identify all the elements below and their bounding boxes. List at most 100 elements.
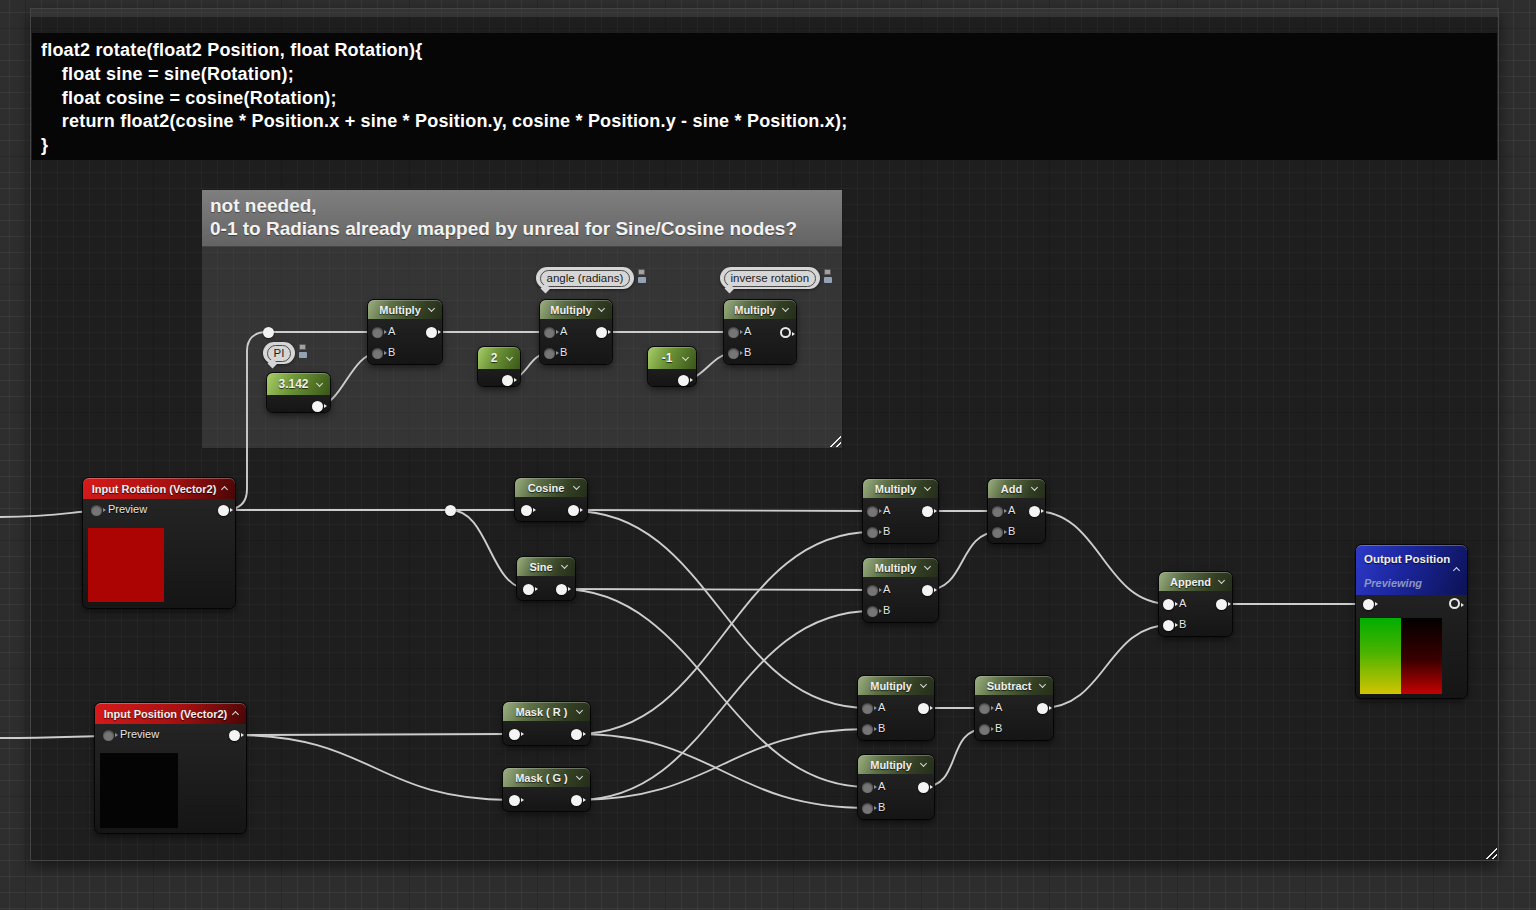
node-header[interactable]: Sine <box>517 557 575 576</box>
pin-b-input[interactable] <box>992 527 1003 538</box>
pin-output[interactable] <box>426 327 437 338</box>
pin-output[interactable] <box>1216 599 1227 610</box>
node-header[interactable]: 3.142 <box>267 373 330 395</box>
pin-output[interactable] <box>780 327 791 338</box>
chevron-down-icon[interactable] <box>576 773 583 780</box>
node-multiply-3[interactable]: MultiplyAB <box>858 676 934 740</box>
chevron-down-icon[interactable] <box>428 305 435 312</box>
reroute-pill[interactable]: angle (radians) <box>536 267 634 289</box>
node-mask-g[interactable]: Mask ( G ) <box>503 768 590 811</box>
node-header[interactable]: Input Position (Vector2) <box>95 703 246 724</box>
node-const-minusone[interactable]: -1 <box>648 347 696 386</box>
pin-output[interactable] <box>502 375 513 386</box>
outer-comment-titlebar[interactable] <box>31 9 1498 17</box>
pin-b-input[interactable] <box>862 803 873 814</box>
node-const-two[interactable]: 2 <box>478 347 520 386</box>
pin-output[interactable] <box>922 585 933 596</box>
node-header[interactable]: Cosine <box>515 478 587 497</box>
chevron-down-icon[interactable] <box>924 563 931 570</box>
pin-a-input[interactable] <box>867 506 878 517</box>
node-header[interactable]: Multiply <box>863 558 938 577</box>
pin-b-input[interactable] <box>867 606 878 617</box>
pin-output[interactable] <box>918 703 929 714</box>
pin-output[interactable] <box>922 506 933 517</box>
chevron-down-icon[interactable] <box>920 760 927 767</box>
pin-input[interactable] <box>1363 599 1374 610</box>
note-comment-resize-handle[interactable] <box>829 435 841 447</box>
pin-b-input[interactable] <box>1163 620 1174 631</box>
node-header[interactable]: Multiply <box>863 479 938 498</box>
pin-a-input[interactable] <box>544 327 555 338</box>
node-header[interactable]: Multiply <box>724 300 796 319</box>
pin-output[interactable] <box>678 375 689 386</box>
node-header[interactable]: Input Rotation (Vector2) <box>83 478 235 499</box>
node-header[interactable]: Multiply <box>858 676 934 695</box>
chevron-down-icon[interactable] <box>1031 484 1038 491</box>
pin-a-input[interactable] <box>862 782 873 793</box>
node-input-position[interactable]: Input Position (Vector2)Preview <box>95 703 246 833</box>
pin-a-input[interactable] <box>1163 599 1174 610</box>
chevron-down-icon[interactable] <box>316 380 323 387</box>
node-multiply-2[interactable]: MultiplyAB <box>863 558 938 622</box>
pin-output[interactable] <box>596 327 607 338</box>
pin-input[interactable] <box>521 505 532 516</box>
node-header[interactable]: Mask ( G ) <box>503 768 590 787</box>
chevron-down-icon[interactable] <box>1218 577 1225 584</box>
pin-output[interactable] <box>218 505 229 516</box>
pin-a-input[interactable] <box>867 585 878 596</box>
chevron-up-icon[interactable] <box>221 486 228 493</box>
chevron-down-icon[interactable] <box>924 484 931 491</box>
pin-input[interactable] <box>523 584 534 595</box>
node-multiply-c3[interactable]: MultiplyAB <box>724 300 796 364</box>
chevron-down-icon[interactable] <box>506 354 513 361</box>
reroute-dot[interactable] <box>263 327 274 338</box>
pin-output[interactable] <box>918 782 929 793</box>
node-add[interactable]: AddAB <box>988 479 1045 543</box>
pin-a-input[interactable] <box>992 506 1003 517</box>
pin-b-input[interactable] <box>372 348 383 359</box>
node-multiply-4[interactable]: MultiplyAB <box>858 755 934 819</box>
node-mask-r[interactable]: Mask ( R ) <box>503 702 590 745</box>
chevron-up-icon[interactable] <box>232 711 239 718</box>
node-header[interactable]: -1 <box>648 347 696 369</box>
node-header[interactable]: Output PositionPreviewing <box>1356 545 1467 595</box>
pin-preview-input[interactable] <box>91 505 102 516</box>
node-header[interactable]: 2 <box>478 347 520 369</box>
chevron-down-icon[interactable] <box>576 707 583 714</box>
chevron-down-icon[interactable] <box>598 305 605 312</box>
node-pill-angle[interactable]: angle (radians) <box>536 267 648 289</box>
graph-canvas[interactable]: float2 rotate(float2 Position, float Rot… <box>0 0 1536 910</box>
node-cosine[interactable]: Cosine <box>515 478 587 521</box>
outer-comment-resize-handle[interactable] <box>1485 847 1497 859</box>
node-sine[interactable]: Sine <box>517 557 575 600</box>
reroute-dot[interactable] <box>445 505 456 516</box>
node-header[interactable]: Append <box>1159 572 1232 591</box>
node-multiply-c1[interactable]: MultiplyAB <box>368 300 442 364</box>
code-comment-box[interactable]: float2 rotate(float2 Position, float Rot… <box>32 33 1497 160</box>
pin-b-input[interactable] <box>867 527 878 538</box>
node-append[interactable]: AppendAB <box>1159 572 1232 636</box>
pin-output[interactable] <box>571 729 582 740</box>
node-header[interactable]: Add <box>988 479 1045 498</box>
node-const-pi[interactable]: 3.142 <box>267 373 330 412</box>
chevron-down-icon[interactable] <box>920 681 927 688</box>
pin-b-input[interactable] <box>862 724 873 735</box>
node-header[interactable]: Multiply <box>540 300 612 319</box>
node-subtract[interactable]: SubtractAB <box>975 676 1053 740</box>
pin-preview-input[interactable] <box>103 730 114 741</box>
node-output-position[interactable]: Output PositionPreviewing <box>1356 545 1467 698</box>
node-header[interactable]: Multiply <box>368 300 442 319</box>
pin-b-input[interactable] <box>544 348 555 359</box>
pin-b-input[interactable] <box>979 724 990 735</box>
pin-a-input[interactable] <box>862 703 873 714</box>
node-header[interactable]: Multiply <box>858 755 934 774</box>
note-comment-header[interactable]: not needed, 0-1 to Radians already mappe… <box>202 190 842 247</box>
node-header[interactable]: Subtract <box>975 676 1053 695</box>
chevron-down-icon[interactable] <box>682 354 689 361</box>
pin-input[interactable] <box>509 795 520 806</box>
pin-output[interactable] <box>312 401 323 412</box>
node-multiply-1[interactable]: MultiplyAB <box>863 479 938 543</box>
pin-output[interactable] <box>556 584 567 595</box>
pin-a-input[interactable] <box>728 327 739 338</box>
pin-a-input[interactable] <box>372 327 383 338</box>
